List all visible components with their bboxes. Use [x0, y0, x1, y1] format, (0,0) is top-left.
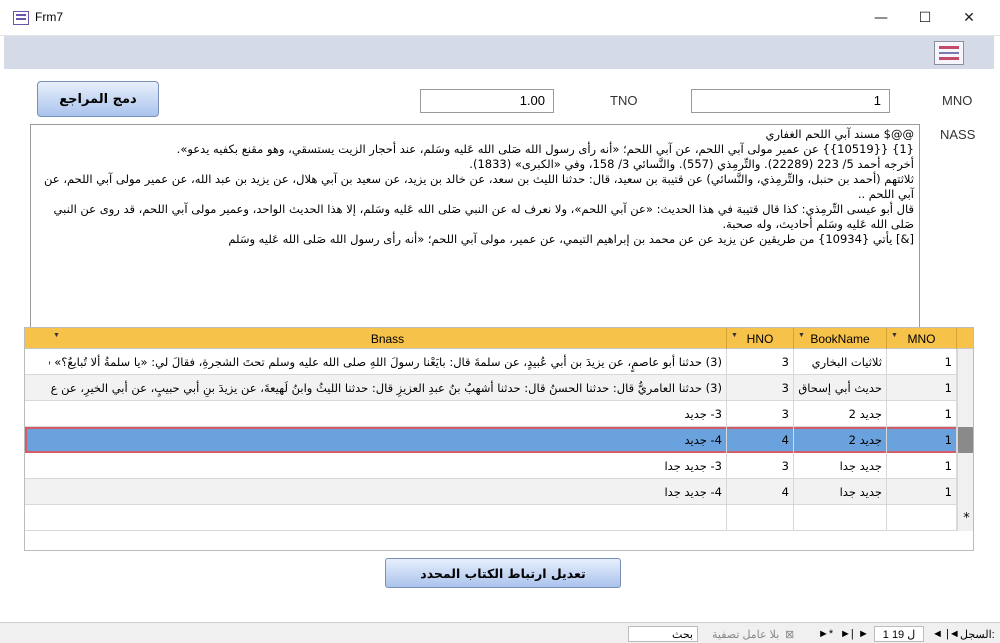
cell-bnass[interactable]: [49, 505, 727, 531]
last-record-button[interactable]: ►|: [840, 626, 854, 642]
mno-field[interactable]: 1: [691, 89, 890, 113]
title-bar: Frm7 — ☐ ✕: [0, 0, 1000, 36]
row-selector[interactable]: [957, 427, 973, 453]
sort-arrow-icon: ▼: [53, 332, 60, 339]
nass-line: أخرجه أحمد 5/ 223 (22289). والتِّرمِذي (…: [469, 157, 914, 171]
column-header-bnass[interactable]: ▼ Bnass: [49, 328, 727, 349]
table-row[interactable]: (3) حدثنا العامريُّ قال: حدثنا الحسنُ قا…: [25, 375, 973, 401]
cell-hno[interactable]: 3: [727, 375, 794, 401]
table-row[interactable]: 3- جديد 3 جديد 2 1: [25, 401, 973, 427]
record-navigation-bar: بحث بلا عامل تصفية ⊠ ►* ►| ► 1 ل 19 ◄ |◄…: [0, 622, 1000, 643]
sort-arrow-icon: ▼: [798, 332, 805, 339]
form-app-icon: [13, 11, 29, 25]
cell-mno[interactable]: 1: [887, 453, 957, 479]
nass-line: [&] يأتي {10934} من طريقين عن يزيد عن عن…: [228, 232, 914, 246]
table-row[interactable]: 4- جديد جدا 4 جديد جدا 1: [25, 479, 973, 505]
datasheet-header: ▼ Bnass ▼ HNO ▼ BookName ▼ MNO: [25, 328, 973, 349]
cell-bookname[interactable]: جديد جدا: [794, 479, 887, 505]
close-button[interactable]: ✕: [946, 0, 992, 36]
cell-hno[interactable]: 3: [727, 349, 794, 375]
cell-mno[interactable]: 1: [887, 375, 957, 401]
cell-bookname[interactable]: جديد جدا: [794, 453, 887, 479]
cell-hno[interactable]: 3: [727, 401, 794, 427]
nass-line: @@$ مسند آبي اللحم الغفاري: [765, 127, 914, 141]
new-record-row[interactable]: *: [25, 505, 973, 531]
row-selector[interactable]: [957, 401, 973, 427]
cell-hno[interactable]: 4: [727, 427, 794, 453]
cell-mno[interactable]: 1: [887, 401, 957, 427]
cell-bookname[interactable]: جديد 2: [794, 401, 887, 427]
nass-line: {1} {{10519}} عن عمير مولى آبي اللحم، عن…: [176, 142, 914, 156]
row-selector[interactable]: [957, 375, 973, 401]
sort-arrow-icon: ▼: [731, 332, 738, 339]
cell-mno[interactable]: 1: [887, 427, 957, 453]
column-header-hno[interactable]: ▼ HNO: [727, 328, 794, 349]
edit-book-link-button[interactable]: تعديل ارتباط الكتاب المحدد: [385, 558, 621, 588]
cell-bnass[interactable]: 3- جديد جدا: [49, 453, 727, 479]
nass-line: قال أبو عيسى التِّرمِذي: كذا قال قتيبة ف…: [53, 202, 914, 231]
cell-bnass[interactable]: 4- جديد جدا: [49, 479, 727, 505]
cell-bnass[interactable]: (3) حدثنا العامريُّ قال: حدثنا الحسنُ قا…: [49, 375, 727, 401]
merge-references-button[interactable]: دمج المراجع: [37, 81, 159, 117]
column-header-bookname[interactable]: ▼ BookName: [794, 328, 887, 349]
cell-bookname[interactable]: [794, 505, 887, 531]
cell-bookname[interactable]: جديد 2: [794, 427, 887, 453]
new-record-button[interactable]: ►*: [818, 626, 833, 642]
tno-field[interactable]: 1.00: [420, 89, 554, 113]
nass-line: ثلاثتهم (أحمد بن حنبل، والتِّرمِذي، والن…: [44, 172, 914, 201]
new-record-marker-icon[interactable]: *: [957, 505, 973, 531]
tno-label: TNO: [610, 93, 638, 108]
cell-hno[interactable]: [727, 505, 794, 531]
mno-label: MNO: [942, 93, 973, 108]
search-box[interactable]: بحث: [628, 626, 698, 642]
form-header: [4, 36, 994, 69]
cell-hno[interactable]: 4: [727, 479, 794, 505]
column-header-mno[interactable]: ▼ MNO: [887, 328, 957, 349]
first-record-button[interactable]: |◄: [946, 626, 960, 642]
references-datasheet: ▼ Bnass ▼ HNO ▼ BookName ▼ MNO (3) حدثنا أبو…: [24, 327, 974, 551]
table-row[interactable]: 3- جديد جدا 3 جديد جدا 1: [25, 453, 973, 479]
row-selector[interactable]: [957, 453, 973, 479]
row-selector[interactable]: [957, 479, 973, 505]
record-label: السجل:: [960, 628, 995, 641]
maximize-button[interactable]: ☐: [902, 0, 948, 36]
cell-bookname[interactable]: حديث أبي إسحاق: [794, 375, 887, 401]
sort-arrow-icon: ▼: [891, 332, 898, 339]
cell-mno[interactable]: [887, 505, 957, 531]
nass-textarea[interactable]: @@$ مسند آبي اللحم الغفاري {1} {{10519}}…: [30, 124, 920, 344]
cell-hno[interactable]: 3: [727, 453, 794, 479]
minimize-button[interactable]: —: [858, 0, 904, 36]
cell-bnass[interactable]: 3- جديد: [49, 401, 727, 427]
nass-label: NASS: [940, 127, 976, 142]
previous-record-button[interactable]: ◄: [932, 626, 943, 642]
table-row[interactable]: (3) حدثنا أبو عاصمٍ، عن يزيدَ بن أبي عُب…: [25, 349, 973, 375]
row-selector[interactable]: [957, 349, 973, 375]
record-position-field[interactable]: 1 ل 19: [874, 626, 924, 642]
cell-bnass[interactable]: 4- جديد: [49, 427, 727, 453]
window-title: Frm7: [35, 10, 63, 24]
next-record-button[interactable]: ►: [858, 626, 869, 642]
filter-status[interactable]: بلا عامل تصفية: [712, 626, 779, 642]
cell-bookname[interactable]: ثلاثيات البخاري: [794, 349, 887, 375]
table-row-selected[interactable]: 4- جديد 4 جديد 2 1: [25, 427, 973, 453]
cell-bnass[interactable]: (3) حدثنا أبو عاصمٍ، عن يزيدَ بن أبي عُب…: [49, 349, 727, 375]
cell-mno[interactable]: 1: [887, 349, 957, 375]
form-view-icon: [934, 41, 964, 65]
cell-mno[interactable]: 1: [887, 479, 957, 505]
filter-icon: ⊠: [785, 628, 795, 641]
